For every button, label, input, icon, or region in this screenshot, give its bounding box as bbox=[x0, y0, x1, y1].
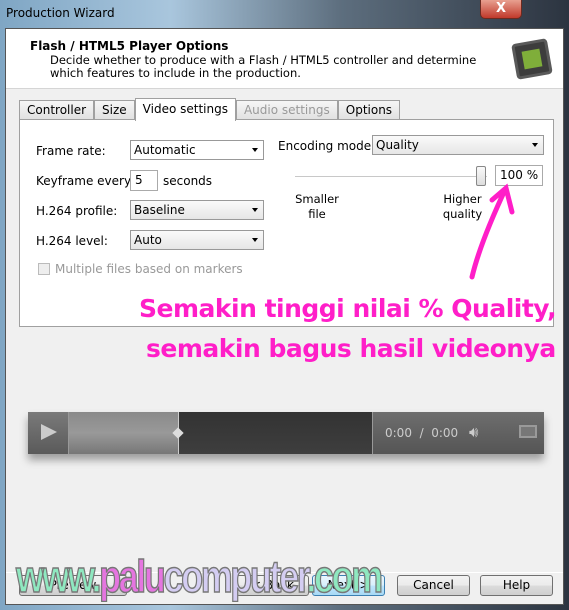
tab-audio-settings: Audio settings bbox=[235, 100, 338, 120]
player-controls: 0:00 / 0:00 🔊︎ bbox=[373, 412, 544, 454]
tab-video-settings[interactable]: Video settings bbox=[134, 98, 236, 121]
watermark-text: www.palucomputer.com bbox=[15, 550, 384, 603]
chevron-down-icon bbox=[252, 238, 258, 242]
window-frame: Production Wizard X Flash / HTML5 Player… bbox=[0, 0, 569, 610]
tab-size[interactable]: Size bbox=[94, 100, 135, 120]
fullscreen-icon[interactable] bbox=[519, 425, 537, 438]
frame-rate-select[interactable]: Automatic bbox=[130, 140, 264, 160]
film-logo-icon bbox=[511, 38, 553, 80]
tab-bar: Controller Size Video settings Audio set… bbox=[19, 98, 401, 121]
tab-options[interactable]: Options bbox=[337, 100, 401, 120]
annotation-line-2: semakin bagus hasil videonya bbox=[146, 334, 556, 363]
encoding-value: Quality bbox=[376, 138, 419, 152]
profile-label: H.264 profile: bbox=[36, 204, 118, 218]
smaller-file-label: Smaller file bbox=[295, 192, 339, 221]
cancel-button[interactable]: Cancel bbox=[397, 575, 470, 596]
keyframe-unit: seconds bbox=[163, 174, 213, 188]
level-select[interactable]: Auto bbox=[130, 230, 264, 250]
encoding-label: Encoding mode: bbox=[278, 139, 376, 153]
close-button[interactable]: X bbox=[480, 0, 522, 19]
tab-controller[interactable]: Controller bbox=[19, 100, 95, 120]
keyframe-label: Keyframe every: bbox=[36, 174, 135, 188]
chevron-down-icon bbox=[252, 208, 258, 212]
watermark-www: www. bbox=[15, 550, 102, 603]
play-icon bbox=[41, 424, 57, 440]
profile-select[interactable]: Baseline bbox=[130, 200, 264, 220]
seek-bar[interactable] bbox=[68, 412, 373, 454]
watermark-computer: computer bbox=[163, 550, 309, 603]
time-display: 0:00 / 0:00 bbox=[385, 426, 459, 440]
encoding-select[interactable]: Quality bbox=[372, 135, 544, 155]
window-title: Production Wizard bbox=[6, 6, 115, 20]
quality-slider-track[interactable] bbox=[295, 176, 487, 178]
chevron-down-icon bbox=[252, 148, 258, 152]
wizard-header: Flash / HTML5 Player Options Decide whet… bbox=[6, 29, 563, 89]
volume-icon[interactable]: 🔊︎ bbox=[469, 423, 478, 441]
annotation-arrow-icon bbox=[469, 183, 515, 280]
multiple-files-checkbox bbox=[38, 263, 50, 275]
watermark-palu: palu bbox=[98, 550, 166, 603]
level-value: Auto bbox=[134, 233, 162, 247]
multiple-files-label: Multiple files based on markers bbox=[55, 262, 243, 276]
annotation-line-1: Semakin tinggi nilai % Quality, bbox=[139, 294, 557, 323]
frame-rate-label: Frame rate: bbox=[36, 144, 106, 158]
profile-value: Baseline bbox=[134, 203, 185, 217]
play-button[interactable] bbox=[28, 412, 68, 454]
chevron-down-icon bbox=[532, 143, 538, 147]
page-description: Decide whether to produce with a Flash /… bbox=[50, 53, 477, 80]
help-button[interactable]: Help bbox=[480, 575, 553, 596]
page-title: Flash / HTML5 Player Options bbox=[30, 39, 229, 53]
seek-progress bbox=[69, 412, 179, 454]
frame-rate-value: Automatic bbox=[134, 143, 196, 157]
keyframe-input[interactable]: 5 bbox=[130, 170, 158, 191]
player-preview: 0:00 / 0:00 🔊︎ bbox=[28, 412, 544, 454]
wizard-client: Flash / HTML5 Player Options Decide whet… bbox=[5, 28, 564, 605]
level-label: H.264 level: bbox=[36, 234, 108, 248]
watermark-com: .com bbox=[306, 550, 384, 603]
